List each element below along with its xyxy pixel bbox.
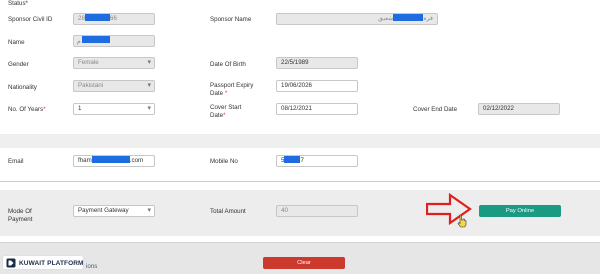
clear-button[interactable]: Clear [263,257,345,269]
status-label: Status* [8,0,28,7]
date-of-birth-label: Date Of Birth [210,61,246,68]
mode-of-payment-label: Mode Of Payment [8,208,33,223]
redaction-mark [393,14,424,22]
redaction-mark [284,156,301,164]
sponsor-name-field: فرةشعيق [276,13,438,25]
name-label: Name [8,39,25,46]
email-field[interactable]: fham .com [73,155,155,167]
gender-select: Female [73,57,155,69]
divider [0,181,600,182]
redaction-mark [82,36,110,44]
brand-badge: KUWAIT PLATFORM [2,255,84,270]
date-of-birth-field: 22/5/1989 [276,57,358,69]
cursor-hand-icon [457,214,467,228]
cover-end-label: Cover End Date [413,106,458,113]
cover-start-label: Cover Start Date* [210,104,242,119]
footer-link[interactable]: ions [86,263,97,271]
cover-start-field[interactable]: 08/12/2021 [276,103,358,115]
no-of-years-label: No. Of Years* [8,106,46,113]
pay-online-button[interactable]: Pay Online [479,205,561,217]
nationality-label: Nationality [8,84,37,91]
total-amount-field: 40 [276,205,358,217]
nationality-select: Pakistani [73,80,155,92]
divider [0,242,600,243]
sponsor-name-label: Sponsor Name [210,16,252,23]
name-field [73,35,155,47]
email-label: Email [8,158,24,165]
redaction-mark [91,156,130,164]
brand-logo-icon [6,258,16,268]
no-of-years-select[interactable]: 1 [73,103,155,115]
cover-end-field: 02/12/2022 [478,103,560,115]
section-divider [0,134,600,148]
gender-label: Gender [8,61,29,68]
payment-mode-select[interactable]: Payment Gateway [73,205,155,217]
total-amount-label: Total Amount [210,208,246,215]
mobile-label: Mobile No [210,158,238,165]
mobile-field[interactable]: 57 [276,155,358,167]
sponsor-civil-id-label: Sponsor Civil ID [8,16,53,23]
passport-expiry-field[interactable]: 19/06/2026 [276,80,358,92]
redaction-mark [84,14,110,22]
sponsor-civil-id-field: 28 66 [73,13,155,25]
brand-name: KUWAIT PLATFORM [19,259,84,267]
passport-expiry-label: Passport Expiry Date * [210,82,254,97]
name-field-prefix-mark: م [77,38,81,45]
